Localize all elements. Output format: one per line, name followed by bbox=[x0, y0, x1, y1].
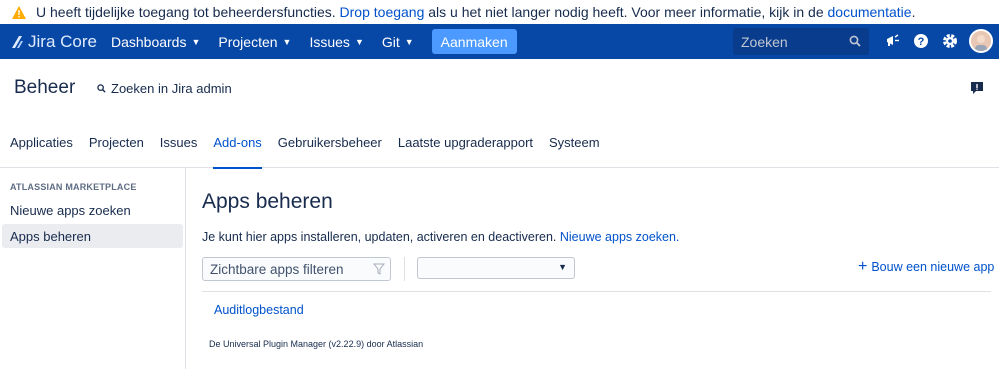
warning-text-before: U heeft tijdelijke toegang tot beheerder… bbox=[36, 4, 340, 20]
search-input[interactable]: Zoeken bbox=[733, 28, 869, 55]
nav-issues-label: Issues bbox=[309, 33, 350, 50]
filter-placeholder: Zichtbare apps filteren bbox=[210, 261, 344, 277]
logo-text: Jira Core bbox=[28, 31, 97, 51]
sidebar-heading: ATLASSIAN MARKETPLACE bbox=[10, 182, 137, 192]
warning-icon bbox=[12, 5, 26, 19]
page-title: Beheer bbox=[14, 77, 76, 98]
content-layout: ATLASSIAN MARKETPLACE Nieuwe apps zoeken… bbox=[0, 168, 999, 369]
nav-dashboards-label: Dashboards bbox=[110, 33, 187, 50]
chevron-down-icon: ▼ bbox=[558, 262, 567, 272]
jira-core-logo[interactable]: Jira Core bbox=[10, 32, 97, 52]
sidebar-item-apps-beheren[interactable]: Apps beheren bbox=[2, 224, 183, 248]
tab-issues[interactable]: Issues bbox=[160, 117, 198, 168]
audit-log-link[interactable]: Auditlogbestand bbox=[214, 303, 304, 317]
build-new-app-label: Bouw een nieuwe app bbox=[871, 260, 995, 274]
warning-text-middle: als u het niet langer nodig heeft. Voor … bbox=[424, 4, 828, 20]
sidebar: ATLASSIAN MARKETPLACE Nieuwe apps zoeken… bbox=[0, 168, 186, 369]
build-new-app-link[interactable]: + Bouw een nieuwe app bbox=[858, 258, 995, 275]
nav-issues[interactable]: Issues ▼ bbox=[305, 34, 367, 50]
app-type-select[interactable]: ▼ bbox=[417, 257, 575, 279]
search-icon bbox=[97, 84, 106, 93]
warning-text-after: . bbox=[911, 4, 916, 20]
divider bbox=[404, 257, 405, 281]
divider bbox=[202, 291, 991, 292]
tab-add-ons[interactable]: Add-ons bbox=[213, 117, 263, 169]
tab-gebruikersbeheer[interactable]: Gebruikersbeheer bbox=[278, 117, 382, 168]
documentation-link[interactable]: documentatie bbox=[828, 4, 912, 20]
upm-footer-text: De Universal Plugin Manager (v2.22.9) do… bbox=[209, 339, 424, 349]
gear-icon[interactable] bbox=[941, 32, 959, 50]
drop-access-link[interactable]: Drop toegang bbox=[340, 4, 425, 20]
warning-text: U heeft tijdelijke toegang tot beheerder… bbox=[36, 4, 915, 20]
nav-git-label: Git bbox=[381, 33, 400, 50]
chevron-down-icon: ▼ bbox=[404, 36, 414, 47]
chevron-down-icon: ▼ bbox=[282, 36, 292, 47]
intro-text: Je kunt hier apps installeren, updaten, … bbox=[202, 230, 999, 244]
filter-apps-input[interactable]: Zichtbare apps filteren bbox=[202, 257, 391, 281]
find-new-apps-link[interactable]: Nieuwe apps zoeken. bbox=[560, 230, 680, 244]
admin-tabs: Applicaties Projecten Issues Add-ons Geb… bbox=[0, 117, 999, 169]
nav-dashboards[interactable]: Dashboards ▼ bbox=[107, 34, 204, 50]
section-title: Apps beheren bbox=[202, 190, 333, 213]
nav-git[interactable]: Git ▼ bbox=[378, 34, 418, 50]
tab-projecten[interactable]: Projecten bbox=[89, 117, 144, 168]
top-navigation: Jira Core Dashboards ▼ Projecten ▼ Issues ▼… bbox=[0, 24, 999, 59]
avatar-image bbox=[971, 31, 991, 51]
create-button[interactable]: Aanmaken bbox=[431, 29, 517, 54]
admin-search[interactable]: Zoeken in Jira admin bbox=[97, 81, 232, 96]
warning-banner: U heeft tijdelijke toegang tot beheerder… bbox=[0, 0, 999, 24]
sidebar-item-nieuwe-apps-zoeken[interactable]: Nieuwe apps zoeken bbox=[2, 198, 183, 222]
svg-text:?: ? bbox=[918, 36, 925, 48]
intro-text-body: Je kunt hier apps installeren, updaten, … bbox=[202, 230, 560, 244]
tab-applicaties[interactable]: Applicaties bbox=[10, 117, 73, 168]
admin-header: Beheer Zoeken in Jira admin bbox=[0, 59, 999, 117]
tab-laatste-upgraderapport[interactable]: Laatste upgraderapport bbox=[398, 117, 533, 168]
filter-row: Zichtbare apps filteren ▼ + Bouw een nie… bbox=[202, 257, 999, 281]
nav-projecten-label: Projecten bbox=[218, 33, 278, 50]
admin-search-label: Zoeken in Jira admin bbox=[111, 81, 232, 96]
plus-icon: + bbox=[858, 258, 868, 275]
user-avatar[interactable] bbox=[969, 29, 993, 53]
chevron-down-icon: ▼ bbox=[191, 36, 201, 47]
search-placeholder: Zoeken bbox=[741, 33, 788, 50]
jira-logo-icon bbox=[12, 35, 23, 48]
main-content: Apps beheren Je kunt hier apps installer… bbox=[186, 168, 999, 369]
tab-systeem[interactable]: Systeem bbox=[549, 117, 600, 168]
nav-projecten[interactable]: Projecten ▼ bbox=[214, 34, 295, 50]
chevron-down-icon: ▼ bbox=[354, 36, 364, 47]
help-icon[interactable]: ? bbox=[912, 32, 930, 50]
feedback-icon[interactable] bbox=[970, 81, 984, 95]
megaphone-icon[interactable] bbox=[884, 32, 902, 50]
filter-icon bbox=[373, 263, 385, 275]
search-icon bbox=[849, 35, 861, 47]
